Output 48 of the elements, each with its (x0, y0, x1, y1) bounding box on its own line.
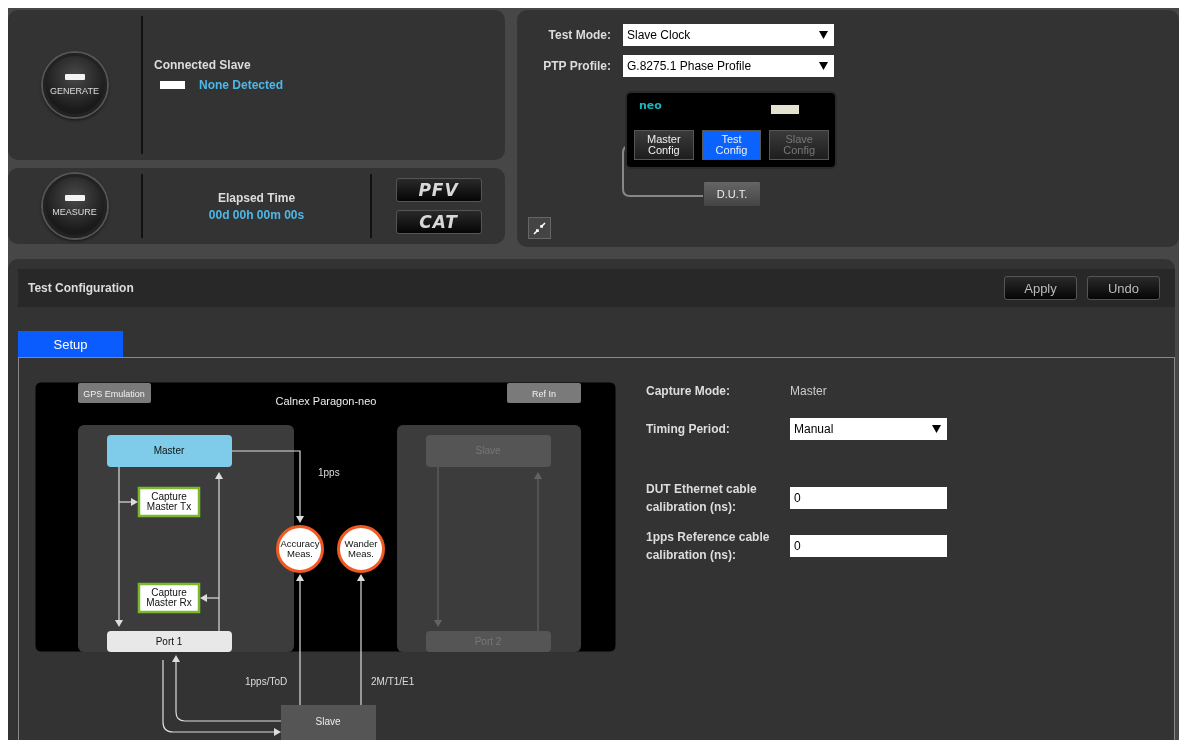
form-label: 1pps Reference cable calibration (ns): (646, 529, 771, 564)
generate-button[interactable]: GENERATE (42, 53, 107, 117)
field-label: Test Mode: (547, 28, 611, 42)
action-button[interactable]: Apply (1004, 276, 1077, 300)
tab[interactable]: Setup (18, 331, 123, 357)
elapsed-time-label: Elapsed Time (217, 190, 296, 205)
measure-button[interactable]: MEASURE (42, 174, 107, 238)
signal-label: 2M/T1/E1 (371, 676, 415, 687)
signal-label: 1pps/ToD (245, 676, 288, 687)
config-button[interactable]: Test Config (701, 130, 762, 160)
ptp-profile-dropdown[interactable]: G.8275.1 Phase Profile (623, 55, 834, 77)
diagram-title: Calnex Paragon-neo (275, 395, 377, 407)
pps-calibration-field[interactable]: 0 (790, 535, 947, 557)
connected-slave-status: None Detected (199, 78, 284, 92)
input-port: GPS Emulation (78, 383, 151, 403)
capture-block: Capture Master Rx (137, 582, 201, 614)
connected-slave-label: Connected Slave (154, 58, 252, 72)
field-label: PTP Profile: (542, 59, 611, 73)
device-brand: neo (639, 99, 662, 112)
collapse-button[interactable] (528, 217, 551, 239)
dropdown-caret-icon (932, 425, 941, 433)
config-button[interactable]: Master Config (634, 130, 694, 160)
form-label: DUT Ethernet cable calibration (ns): (646, 481, 758, 516)
device-indicator (771, 105, 799, 114)
dropdown-caret-icon (819, 62, 828, 70)
form-label: Capture Mode: (646, 383, 731, 400)
capture-block: Capture Master Tx (137, 486, 201, 518)
external-slave-block: Slave (281, 705, 376, 740)
input-port: Ref In (507, 383, 581, 403)
elapsed-time-value: 00d 00h 00m 00s (208, 207, 305, 222)
dut-calibration-field[interactable]: 0 (790, 487, 947, 509)
measurement-node: Wander Meas. (337, 525, 385, 573)
action-button[interactable]: Undo (1087, 276, 1160, 300)
port-block: Port 1 (107, 631, 232, 652)
signal-label: 1pps (318, 467, 340, 478)
dropdown-caret-icon (819, 31, 828, 39)
mode-button[interactable]: CAT (395, 210, 482, 234)
dut-button[interactable]: D.U.T. (703, 181, 761, 207)
status-indicator (160, 81, 185, 89)
capture-mode-value: Master (790, 384, 827, 398)
mode-button[interactable]: PFV (395, 178, 482, 202)
collapse-icon (533, 221, 546, 235)
measurement-node: Accuracy Meas. (276, 525, 324, 573)
timing-period-dropdown[interactable]: Manual (790, 418, 947, 440)
test-mode-dropdown[interactable]: Slave Clock (623, 24, 834, 46)
form-label: Timing Period: (646, 421, 731, 438)
panel-title: Test Configuration (28, 281, 134, 295)
master-block: Master (107, 435, 232, 467)
